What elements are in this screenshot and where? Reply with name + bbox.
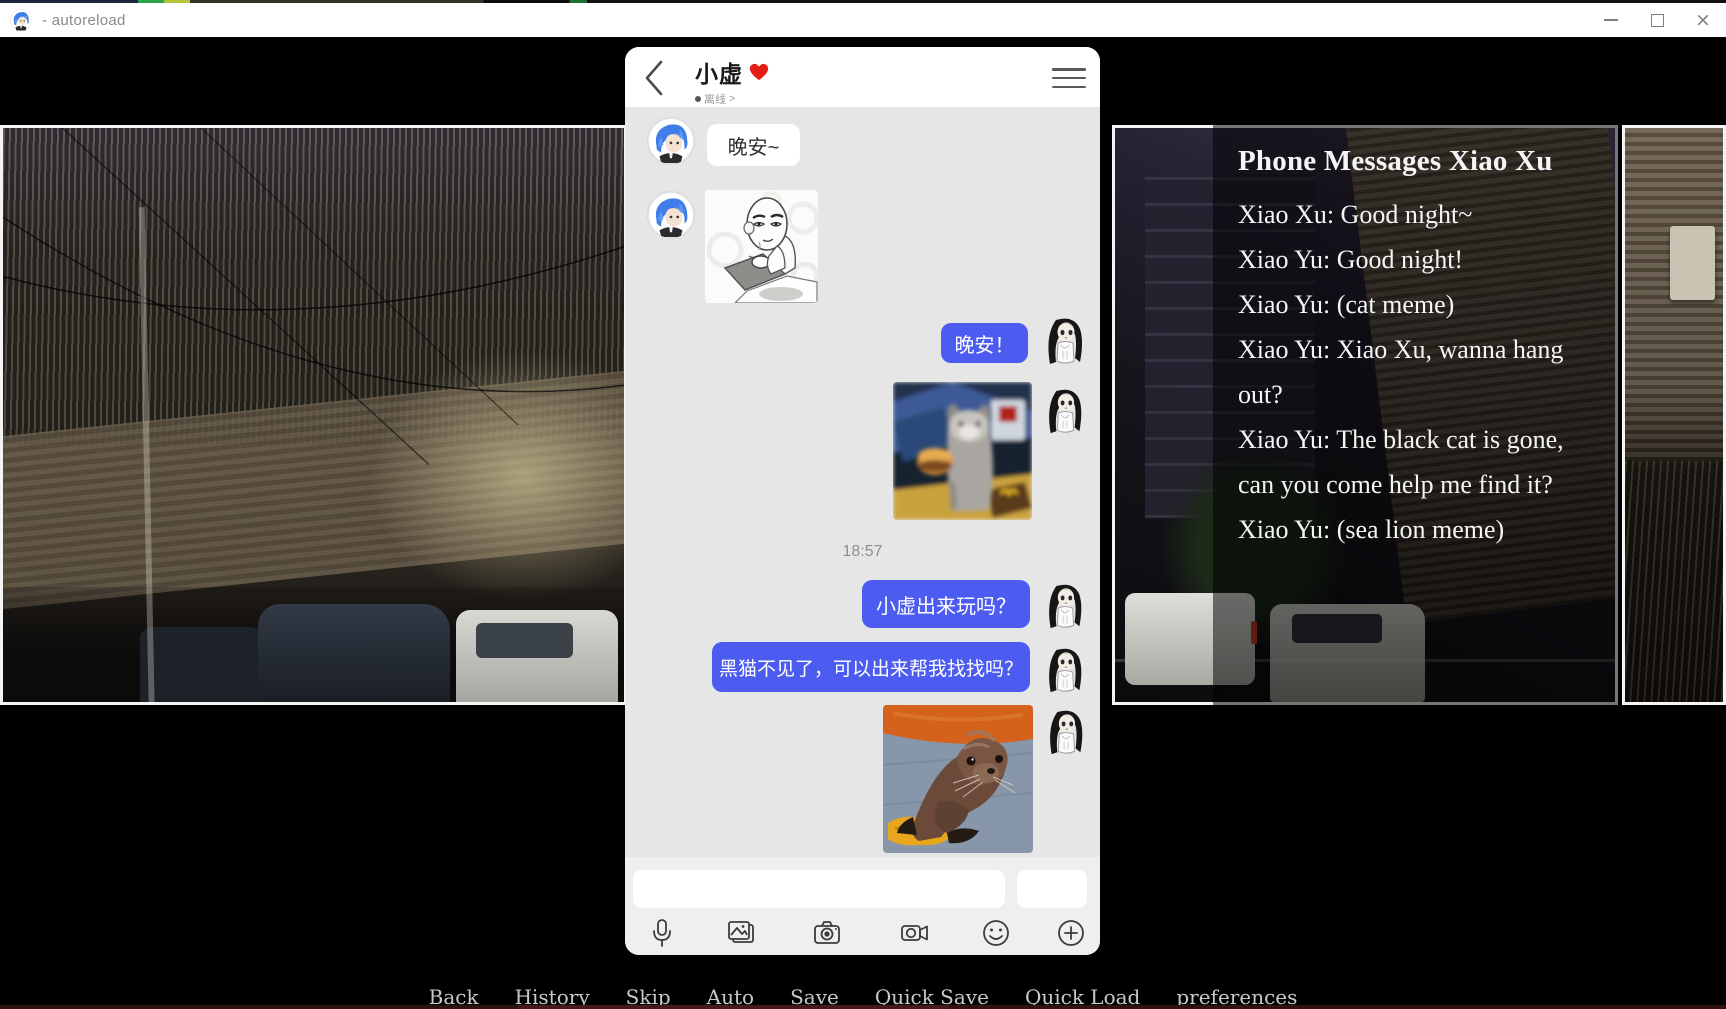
app-icon (10, 9, 32, 31)
quick-menu-save[interactable]: Save (790, 985, 839, 1005)
air-conditioner-shape (1670, 225, 1716, 301)
avatar-xiao-yu (1042, 583, 1088, 633)
contact-name: 小虚 (695, 61, 743, 87)
history-line: Xiao Yu: (sea lion meme) (1238, 515, 1505, 544)
gallery-icon[interactable] (725, 917, 757, 949)
camera-icon[interactable] (811, 917, 843, 949)
chat-bubble-sent: 黑猫不见了，可以出来帮我找找吗？ (712, 642, 1030, 692)
history-line: Xiao Yu: The black cat is gone, can you … (1238, 425, 1564, 499)
background-photo-left (0, 125, 627, 705)
image-message-cat-burger-meme[interactable] (893, 382, 1032, 520)
avatar-xiao-xu (648, 192, 694, 238)
history-line: Xiao Yu: (cat meme) (1238, 290, 1455, 319)
power-wires (3, 128, 624, 702)
history-title: Phone Messages Xiao Xu (1238, 145, 1553, 177)
phone-chat-panel: 小虚 离线 > 晚安~ 晚安！ 18:57 小虚出来玩吗？ 黑猫不见了，可以出来… (625, 47, 1100, 955)
minimize-button[interactable] (1588, 3, 1634, 37)
message-input[interactable] (633, 870, 1005, 908)
maximize-button[interactable] (1634, 3, 1680, 37)
game-viewport: Phone Messages Xiao Xu Xiao Xu: Good nig… (0, 37, 1726, 1005)
avatar-xiao-yu (1042, 647, 1088, 697)
quick-menu-quick-save[interactable]: Quick Save (875, 985, 989, 1005)
chat-bubble-sent: 晚安！ (941, 323, 1028, 363)
app-window: - autoreload × Phone Messages Xiao Xu Xi… (0, 0, 1726, 1009)
message-history-panel: Phone Messages Xiao Xu Xiao Xu: Good nig… (1213, 125, 1618, 785)
minimize-icon (1604, 19, 1618, 21)
phone-header: 小虚 离线 > (625, 47, 1100, 107)
background-photo-right-edge (1622, 125, 1726, 705)
chat-bubble-received: 晚安~ (707, 124, 800, 166)
avatar-xiao-yu (1042, 388, 1088, 438)
plus-icon[interactable] (1055, 917, 1087, 949)
maximize-icon (1650, 13, 1664, 27)
avatar-xiao-yu (1043, 709, 1089, 759)
send-button[interactable] (1017, 870, 1087, 908)
quick-menu-preferences[interactable]: preferences (1176, 985, 1297, 1005)
back-icon[interactable] (643, 59, 665, 97)
contact-status: 离线 > (695, 91, 769, 107)
quick-menu-skip[interactable]: Skip (626, 985, 671, 1005)
quick-menu: Back History Skip Auto Save Quick Save Q… (0, 985, 1726, 1005)
chat-message-list: 晚安~ 晚安！ 18:57 小虚出来玩吗？ 黑猫不见了，可以出来帮我找找吗？ (625, 107, 1100, 857)
history-line: Xiao Yu: Xiao Xu, wanna hang out? (1238, 335, 1564, 409)
window-bottom-edge (0, 1005, 1726, 1009)
history-line: Xiao Xu: Good night~ (1238, 200, 1473, 229)
image-message-tea-sip-meme[interactable] (705, 190, 818, 303)
history-line: Xiao Yu: Good night! (1238, 245, 1464, 274)
window-title: - autoreload (42, 11, 126, 29)
phone-composer (625, 857, 1100, 955)
chat-timestamp: 18:57 (842, 543, 883, 560)
close-icon: × (1695, 8, 1711, 31)
microphone-icon[interactable] (646, 917, 678, 949)
quick-menu-quick-load[interactable]: Quick Load (1025, 985, 1140, 1005)
avatar-xiao-yu (1041, 317, 1089, 369)
quick-menu-history[interactable]: History (515, 985, 590, 1005)
image-message-sea-lion-meme[interactable] (883, 705, 1033, 853)
emoji-icon[interactable] (980, 917, 1012, 949)
status-dot-icon (695, 96, 701, 102)
quick-menu-back[interactable]: Back (429, 985, 479, 1005)
quick-menu-auto[interactable]: Auto (707, 985, 754, 1005)
heart-icon (750, 63, 769, 81)
window-controls: × (1588, 3, 1726, 37)
video-camera-icon[interactable] (899, 917, 931, 949)
avatar-xiao-xu (648, 118, 694, 164)
chat-bubble-sent: 小虚出来玩吗？ (862, 580, 1030, 628)
hamburger-menu-icon[interactable] (1052, 68, 1086, 88)
close-button[interactable]: × (1680, 3, 1726, 37)
title-bar: - autoreload × (0, 3, 1726, 37)
